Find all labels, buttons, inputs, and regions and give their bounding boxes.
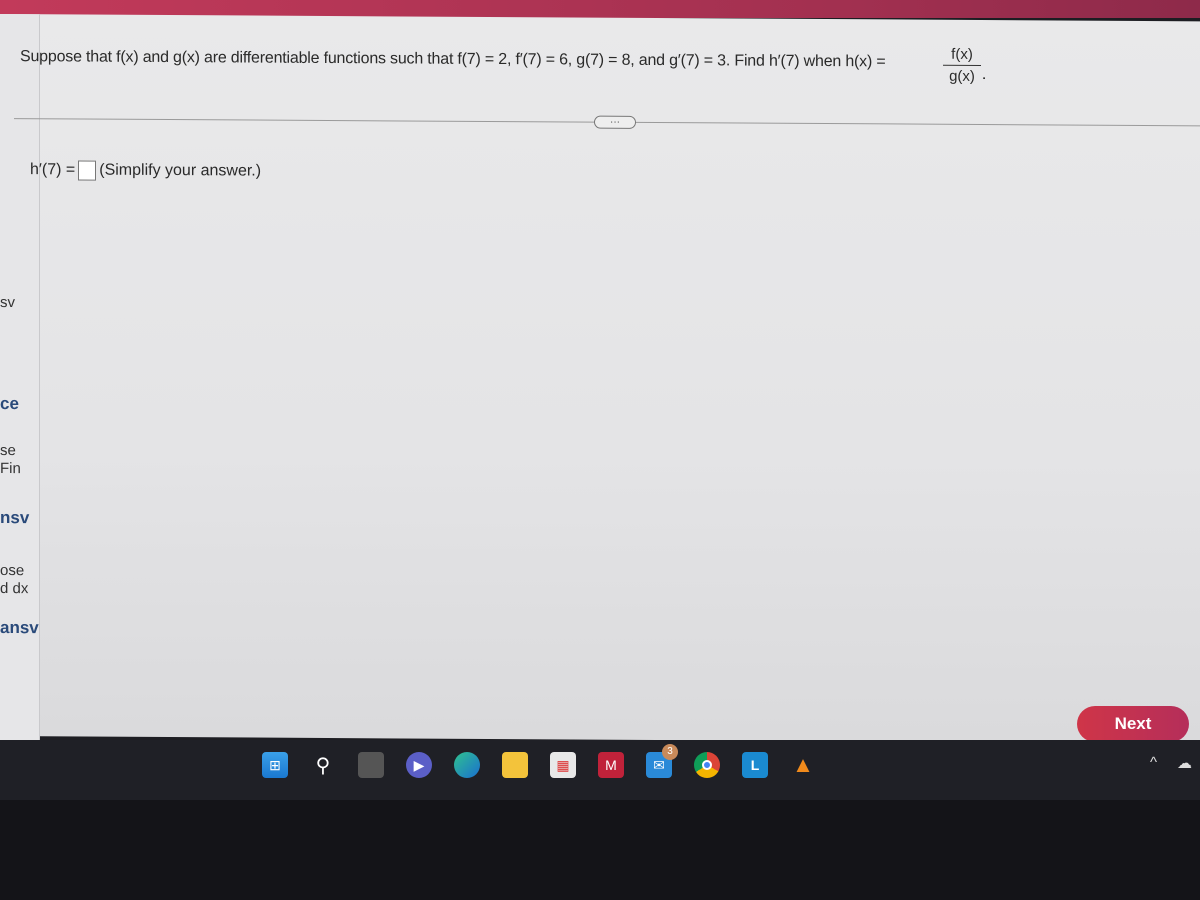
next-button[interactable]: Next xyxy=(1077,706,1189,742)
question-page: sv ce se Fin nsv ose d dx ansv Suppose t… xyxy=(0,14,1200,745)
microsoft-store-icon[interactable]: ▦ xyxy=(550,752,576,778)
screen-bezel xyxy=(0,800,1200,900)
left-fragment: ce xyxy=(0,394,19,414)
left-fragment: ansv xyxy=(0,618,39,638)
cloud-icon[interactable]: ☁ xyxy=(1177,754,1192,772)
chevron-up-icon[interactable]: ^ xyxy=(1150,754,1157,772)
vlc-icon[interactable]: ▲ xyxy=(790,752,816,778)
windows-start-icon[interactable]: ⊞ xyxy=(262,752,288,778)
teams-meet-icon[interactable]: ▶ xyxy=(406,752,432,778)
edge-icon[interactable] xyxy=(454,752,480,778)
mail-badge: 3 xyxy=(662,744,678,760)
l-app-icon[interactable]: L xyxy=(742,752,768,778)
left-fragment: Fin xyxy=(0,460,21,478)
answer-input[interactable] xyxy=(78,160,97,181)
left-fragment: se xyxy=(0,442,16,460)
answer-label: h′(7) = xyxy=(30,161,76,179)
fraction-denominator: g(x) xyxy=(949,67,975,85)
answer-hint: (Simplify your answer.) xyxy=(99,161,262,180)
more-button[interactable]: ··· xyxy=(594,115,636,129)
task-view-icon[interactable] xyxy=(358,752,384,778)
left-fragment: sv xyxy=(0,294,15,312)
left-fragment: nsv xyxy=(0,508,30,528)
fraction: f(x) g(x) xyxy=(943,45,981,85)
taskbar: ⊞ ⚲ ▶ ▦ M ✉ 3 L ▲ ^ ☁ xyxy=(0,740,1200,800)
left-fragment: d dx xyxy=(0,580,29,598)
question-period: . xyxy=(982,65,987,84)
question-text: Suppose that f(x) and g(x) are different… xyxy=(20,48,886,71)
file-explorer-icon[interactable] xyxy=(502,752,528,778)
answer-row: h′(7) = (Simplify your answer.) xyxy=(30,160,261,181)
fraction-numerator: f(x) xyxy=(943,45,981,66)
mcafee-icon[interactable]: M xyxy=(598,752,624,778)
chrome-icon[interactable] xyxy=(694,752,720,778)
left-fragment: ose xyxy=(0,562,25,580)
left-panel: sv ce se Fin nsv ose d dx ansv xyxy=(0,14,40,745)
mail-icon[interactable]: ✉ 3 xyxy=(646,744,678,778)
search-icon[interactable]: ⚲ xyxy=(310,752,336,778)
